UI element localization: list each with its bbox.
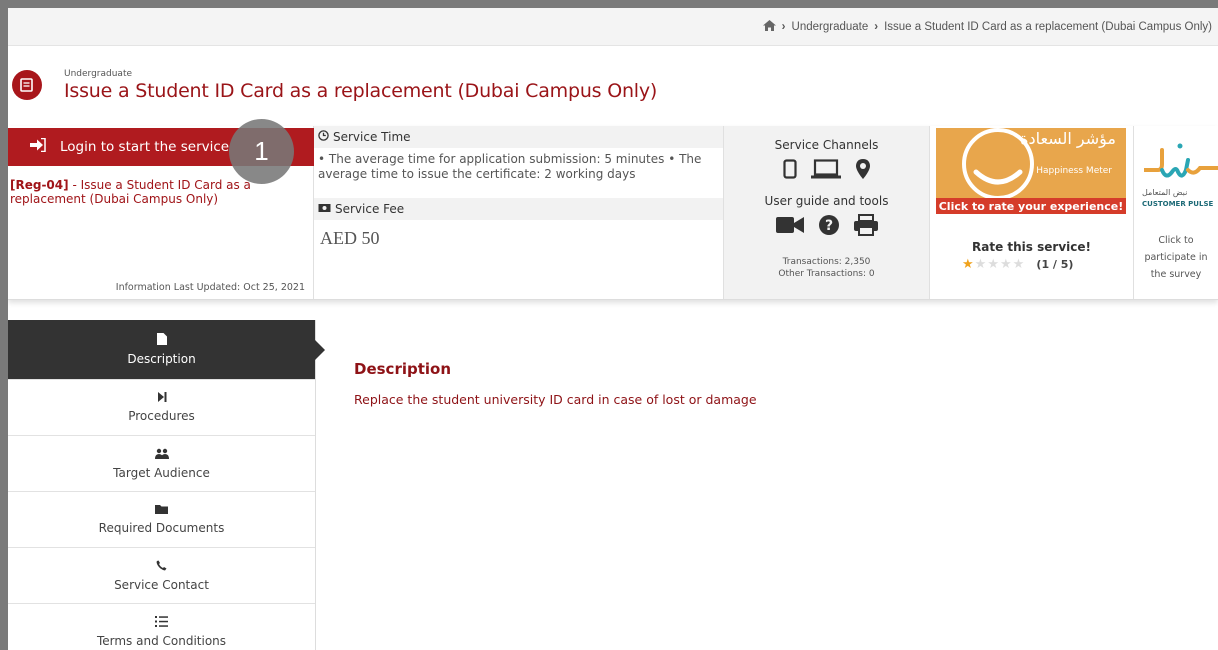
tab-label: Target Audience: [113, 465, 210, 480]
print-icon[interactable]: [853, 214, 878, 240]
customer-pulse-arabic: نبض المتعامل: [1142, 188, 1188, 197]
tab-target-audience[interactable]: Target Audience: [8, 436, 315, 492]
transaction-stats: Transactions: 2,350 Other Transactions: …: [778, 256, 874, 280]
svg-text:?: ?: [824, 218, 832, 234]
mobile-icon[interactable]: [782, 159, 797, 183]
phone-icon: [156, 560, 167, 574]
breadcrumb: › Undergraduate › Issue a Student ID Car…: [8, 8, 1218, 46]
service-time-text: • The average time for application submi…: [318, 152, 702, 181]
tab-procedures[interactable]: Procedures: [8, 380, 315, 436]
file-icon: [156, 333, 167, 348]
star-icon[interactable]: ★: [962, 257, 975, 272]
page-title: Issue a Student ID Card as a replacement…: [64, 79, 658, 102]
rating-column: مؤشر السعادة Happiness Meter Click to ra…: [930, 126, 1134, 299]
chevron-right-icon: ›: [781, 20, 786, 33]
tab-label: Required Documents: [98, 521, 225, 535]
service-fee-value: AED 50: [320, 228, 380, 248]
clock-icon: [318, 130, 329, 144]
page-frame: › Undergraduate › Issue a Student ID Car…: [8, 8, 1218, 650]
service-channels-label: Service Channels: [774, 138, 879, 152]
tab-service-contact[interactable]: Service Contact: [8, 548, 315, 604]
question-icon[interactable]: ?: [818, 214, 840, 240]
other-transactions-count: Other Transactions: 0: [778, 269, 875, 279]
laptop-icon[interactable]: [810, 159, 841, 183]
tab-label: Procedures: [128, 409, 195, 423]
customer-pulse-cta-line: Click to: [1158, 235, 1194, 246]
breadcrumb-item-current: Issue a Student ID Card as a replacement…: [884, 20, 1212, 33]
content-heading: Description: [354, 360, 452, 378]
tab-label: Description: [127, 352, 196, 366]
page-category: Undergraduate: [64, 68, 133, 79]
document-icon: [12, 70, 42, 100]
star-rating[interactable]: ★★★★★ (1 / 5): [962, 257, 1073, 272]
tab-required-documents[interactable]: Required Documents: [8, 492, 315, 548]
customer-pulse-english: CUSTOMER PULSE: [1142, 200, 1214, 208]
customer-pulse-logo: [1144, 143, 1218, 178]
customer-pulse-cta[interactable]: Click to participate in the survey: [1134, 232, 1218, 283]
service-channels-column: Service Channels User guide and tools ? …: [724, 126, 930, 299]
list-icon: [155, 615, 168, 630]
service-fee-label: Service Fee: [335, 202, 405, 216]
service-channels-icons: [782, 158, 871, 184]
star-icon[interactable]: ★: [975, 257, 988, 272]
tab-content: Description Replace the student universi…: [354, 360, 757, 407]
money-icon: [318, 202, 331, 216]
chevron-right-icon: ›: [874, 20, 879, 33]
service-info-panel: Login to start the service [Reg-04] - Is…: [8, 126, 1218, 300]
service-code-id: [Reg-04]: [10, 178, 69, 192]
rating-count: (1 / 5): [1036, 258, 1074, 271]
video-icon[interactable]: [775, 215, 804, 239]
step-forward-icon: [157, 392, 167, 405]
rate-service-label: Rate this service!: [972, 240, 1091, 254]
star-icon[interactable]: ★: [1013, 257, 1026, 272]
star-icon[interactable]: ★: [987, 257, 1000, 272]
service-time-label: Service Time: [333, 130, 411, 144]
customer-pulse-cta-line: participate in: [1144, 252, 1208, 263]
user-guide-label: User guide and tools: [764, 194, 889, 208]
service-time-column: Service Time • The average time for appl…: [314, 126, 724, 299]
service-time-header: Service Time: [314, 126, 723, 148]
home-icon[interactable]: [762, 19, 776, 34]
user-guide-icons: ?: [775, 214, 878, 240]
happiness-meter-banner[interactable]: مؤشر السعادة Happiness Meter Click to ra…: [936, 128, 1126, 214]
tab-navigation: Description Procedures Target Audience R…: [8, 320, 325, 650]
happiness-arabic: مؤشر السعادة: [1020, 129, 1116, 148]
star-icon[interactable]: ★: [1000, 257, 1013, 272]
breadcrumb-item-undergraduate[interactable]: Undergraduate: [792, 21, 869, 33]
tab-label: Service Contact: [114, 577, 209, 592]
happiness-cta[interactable]: Click to rate your experience!: [936, 198, 1126, 214]
tab-terms-and-conditions[interactable]: Terms and Conditions: [8, 604, 315, 650]
tab-label: Terms and Conditions: [96, 633, 227, 648]
transactions-count: Transactions: 2,350: [782, 257, 871, 267]
tab-description[interactable]: Description: [8, 320, 325, 380]
sign-in-icon: [30, 137, 46, 156]
last-updated: Information Last Updated: Oct 25, 2021: [115, 282, 305, 293]
customer-pulse-cta-line: the survey: [1150, 269, 1202, 280]
step-callout: 1: [229, 119, 294, 184]
location-pin-icon[interactable]: [855, 158, 871, 184]
happiness-english: Happiness Meter: [1036, 166, 1112, 176]
folder-icon: [155, 504, 168, 517]
customer-pulse-column[interactable]: نبض المتعامل CUSTOMER PULSE Click to par…: [1134, 126, 1218, 299]
users-icon: [154, 448, 169, 462]
content-text: Replace the student university ID card i…: [354, 392, 757, 407]
service-fee-header: Service Fee: [314, 198, 723, 220]
page-header: Undergraduate Issue a Student ID Card as…: [12, 60, 657, 110]
login-button-label: Login to start the service: [60, 139, 230, 155]
